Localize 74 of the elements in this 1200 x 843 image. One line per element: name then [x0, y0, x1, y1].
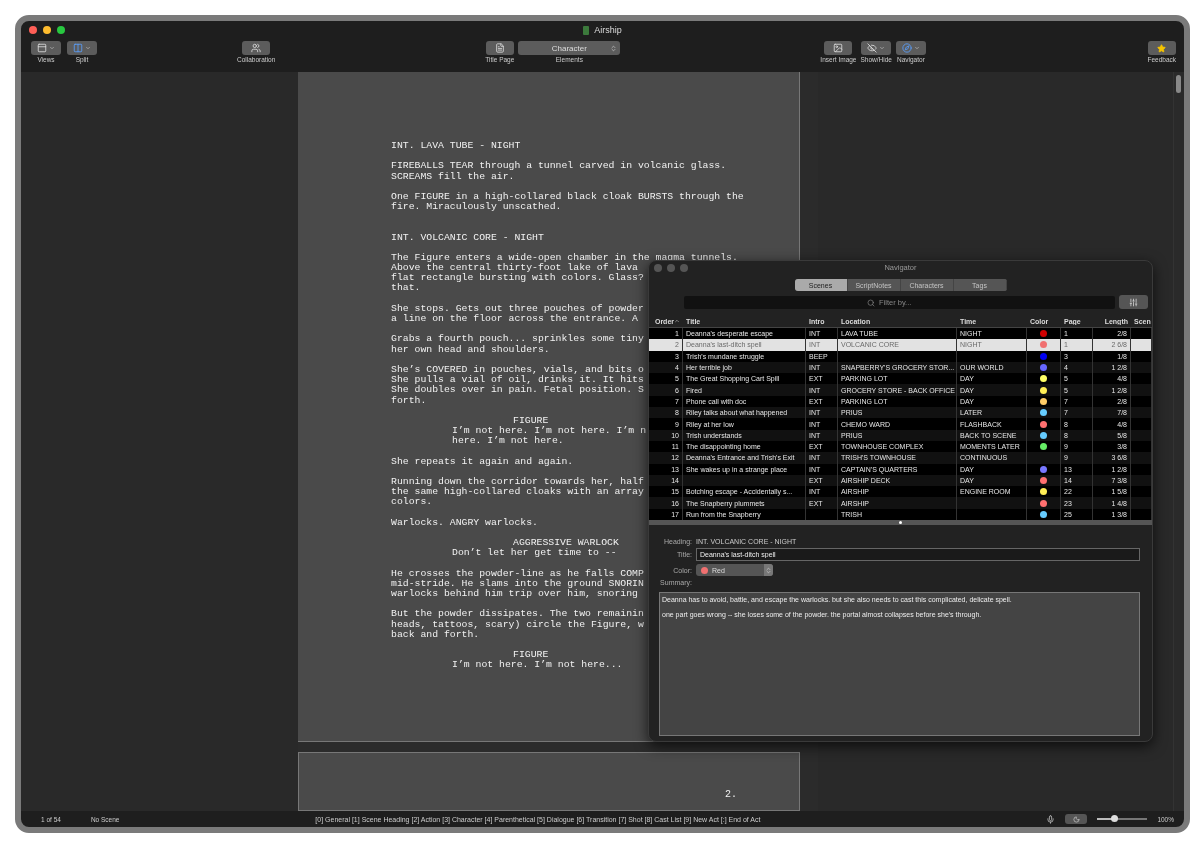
caret-icon	[49, 45, 55, 51]
scene-action-line: She’s COVERED in pouches, vials, and bits o	[391, 364, 644, 375]
close-button[interactable]	[29, 26, 37, 34]
scene-dialogue-line: I’m not here. I’m not here...	[452, 660, 623, 671]
caret-icon	[879, 45, 886, 51]
columns-button[interactable]	[1119, 295, 1148, 309]
chevrons-icon	[765, 566, 772, 574]
split-button[interactable]	[67, 41, 97, 55]
scene-action-line: Above the central thirty-foot lake of lava	[391, 263, 638, 274]
scene-action-line: the same high-collared cloaks with an array	[391, 487, 644, 498]
image-button[interactable]	[824, 41, 853, 55]
scene-action-line: heads, tattoos, scary) circle the Figure, w	[391, 619, 644, 630]
scrollbar-thumb[interactable]	[1176, 75, 1181, 93]
collaboration-button[interactable]	[242, 41, 271, 55]
scene-action-line: forth.	[391, 395, 427, 406]
minimize-button[interactable]	[43, 26, 51, 34]
scene-action-line: One FIGURE in a high-collared black cloak BURSTS through the	[391, 191, 744, 202]
scene-action-line: Running down the corridor towards her, half	[391, 477, 644, 487]
scene-action-line: warlocks behind him trip over him, snoring	[391, 589, 638, 600]
scene-heading-line: INT. VOLCANIC CORE - NIGHT	[391, 232, 544, 243]
zoom-button[interactable]	[57, 26, 65, 34]
scene-character-line: FIGURE	[513, 415, 549, 426]
scene-action-line: a line on the floor across the entrance. A	[391, 314, 638, 325]
scene-action-line: back and forth.	[391, 629, 480, 640]
document-icon	[583, 25, 590, 35]
image-icon	[833, 43, 844, 53]
scene-action-line: FIREBALLS TEAR through a tunnel carved in volcanic glass.	[391, 161, 727, 172]
scene-action-line: that.	[391, 283, 421, 294]
scene-action-line: But the powder dissipates. The two remainin	[391, 609, 644, 620]
views-button[interactable]	[31, 41, 61, 55]
microphone-icon[interactable]	[1046, 814, 1056, 824]
scene-action-line: fire. Miraculously unscathed.	[391, 202, 562, 213]
columns-icon	[73, 43, 83, 53]
scene-action-line: flat rectangle bursting with colors. Glass?	[391, 273, 644, 284]
scene-dialogue-line: Don’t let her get time to --	[452, 548, 617, 559]
scene-action-line: her own head and shoulders.	[391, 344, 550, 355]
page-icon	[494, 43, 505, 53]
scene-action-line: SCREAMS fill the air.	[391, 171, 515, 182]
sliders-icon	[1129, 297, 1138, 307]
users-icon	[251, 43, 262, 53]
scene-action-line: colors.	[391, 497, 433, 508]
elements-dropdown[interactable]: Character	[518, 41, 621, 55]
scene-action-line: Grabs a fourth pouch... sprinkles some tiny	[391, 334, 644, 345]
page-number: 2.	[725, 789, 737, 800]
scene-action-line: She doubles over in pain. Fetal position. S	[391, 385, 644, 396]
scene-character-line: FIGURE	[513, 650, 549, 661]
scene-action-line: She repeats it again and again.	[391, 456, 574, 467]
navigator-button[interactable]	[895, 41, 926, 55]
window-icon	[37, 43, 47, 53]
scene-action-line: Warlocks. ANGRY warlocks.	[391, 517, 538, 528]
chevrons-icon	[610, 44, 618, 52]
window-title: Airship	[594, 25, 622, 35]
compass-icon	[901, 43, 912, 53]
caret-icon	[85, 45, 91, 51]
search-icon	[867, 298, 875, 307]
scene-dialogue-line: I’m not here. I’m not here. I’m n	[452, 426, 646, 437]
caret-icon	[913, 45, 920, 51]
night-mode-button[interactable]	[1065, 814, 1088, 824]
feedback-button[interactable]	[1147, 41, 1176, 55]
summary-field[interactable]	[659, 592, 1140, 737]
slider-thumb[interactable]	[1111, 815, 1119, 822]
scene-action-line: She stops. Gets out three pouches of powder	[391, 303, 644, 314]
title-page-button[interactable]	[485, 41, 514, 55]
eye-off-icon	[867, 43, 878, 53]
scene-heading-line: INT. LAVA TUBE - NIGHT	[391, 141, 521, 152]
showhide-button[interactable]	[861, 41, 892, 55]
scene-action-line: mid-stride. He slams into the ground SNORIN	[391, 578, 644, 589]
moon-icon	[1072, 815, 1080, 823]
scene-character-line: AGGRESSIVE WARLOCK	[513, 538, 619, 549]
star-icon	[1157, 43, 1167, 53]
sort-icon	[674, 318, 680, 324]
scene-action-line: He crosses the powder-line as he falls COMP	[391, 568, 644, 579]
scene-dialogue-line: here. I’m not here.	[452, 436, 564, 447]
scene-action-line: She pulls a vial of oil, drinks it. It hits	[391, 375, 644, 386]
